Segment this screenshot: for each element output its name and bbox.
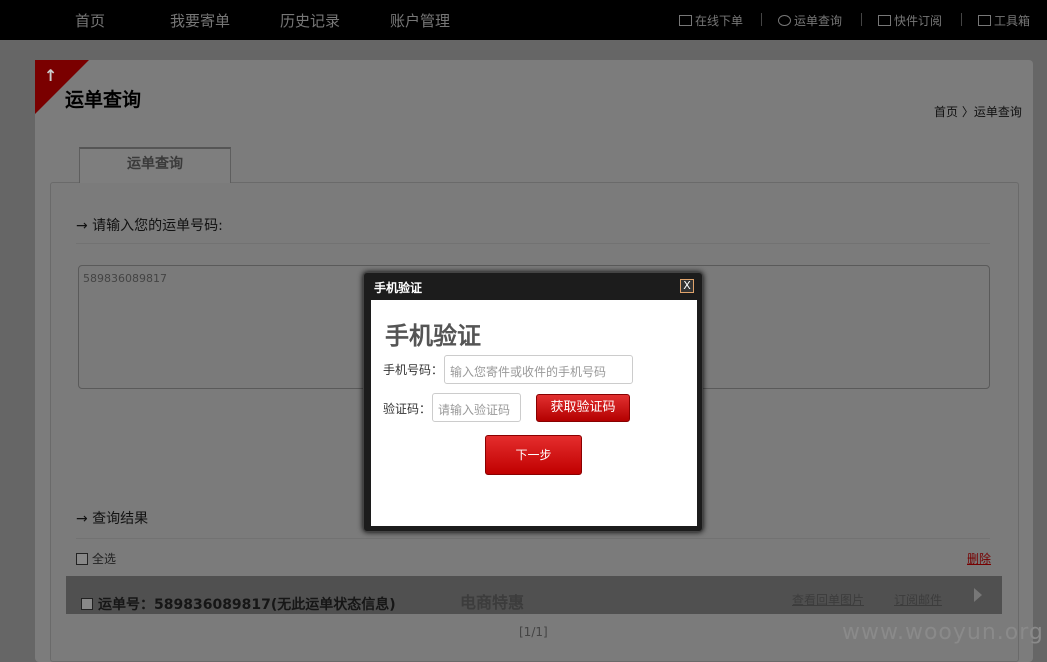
divider (76, 538, 990, 539)
phone-input[interactable]: 输入您寄件或收件的手机号码 (444, 355, 633, 384)
results-label: → 查询结果 (76, 511, 149, 527)
tab-waybill-query[interactable]: 运单查询 (79, 147, 231, 183)
code-label: 验证码： (383, 402, 432, 416)
toolbox-icon (978, 15, 991, 26)
subscribe-email-link[interactable]: 订阅邮件 (894, 591, 942, 608)
nav-online-order[interactable]: 在线下单 (679, 12, 743, 29)
phone-verify-modal: 手机验证 X 手机验证 手机号码： 输入您寄件或收件的手机号码 验证码： 请输入… (363, 272, 703, 532)
nav-divider (961, 13, 962, 26)
nav-divider (761, 13, 762, 26)
nav-account[interactable]: 账户管理 (390, 10, 450, 31)
monitor-icon (679, 15, 692, 26)
nav-divider (861, 13, 862, 26)
select-all[interactable]: 全选 (76, 550, 116, 567)
nav-subscribe[interactable]: 快件订阅 (878, 12, 942, 29)
page-title: 运单查询 (65, 89, 142, 111)
watermark: www.wooyun.org (842, 620, 1044, 645)
code-input[interactable]: 请输入验证码 (432, 393, 521, 422)
divider (76, 243, 990, 244)
modal-heading: 手机验证 (385, 321, 481, 350)
modal-body: 手机验证 手机号码： 输入您寄件或收件的手机号码 验证码： 请输入验证码 获取验… (371, 300, 697, 526)
nav-waybill-query[interactable]: 运单查询 (778, 12, 842, 29)
nav-toolbox[interactable]: 工具箱 (978, 12, 1030, 29)
promo-label: 电商特惠 (460, 593, 525, 612)
delete-link[interactable]: 删除 (967, 550, 991, 567)
modal-title: 手机验证 (374, 281, 423, 295)
truck-icon (878, 15, 891, 26)
phone-label: 手机号码： (383, 363, 444, 377)
waybill-prompt: → 请输入您的运单号码: (76, 218, 223, 234)
view-receipt-link[interactable]: 查看回单图片 (792, 591, 864, 608)
get-code-button[interactable]: 获取验证码 (536, 394, 630, 422)
expand-arrow-icon[interactable] (974, 588, 982, 602)
nav-home[interactable]: 首页 (75, 10, 105, 31)
arrow-up-icon: ↑ (44, 66, 58, 85)
breadcrumb[interactable]: 首页 〉运单查询 (934, 103, 1022, 120)
globe-icon (778, 15, 791, 26)
result-checkbox[interactable] (81, 598, 93, 610)
top-nav: 首页 我要寄单 历史记录 账户管理 在线下单 运单查询 快件订阅 工具箱 (0, 0, 1047, 40)
waybill-number: 运单号：589836089817(无此运单状态信息) (98, 597, 396, 613)
pager: [1/1] (519, 625, 548, 639)
next-button[interactable]: 下一步 (485, 435, 582, 475)
nav-history[interactable]: 历史记录 (280, 10, 340, 31)
nav-send[interactable]: 我要寄单 (170, 10, 230, 31)
select-all-checkbox[interactable] (76, 553, 88, 565)
close-icon[interactable]: X (680, 279, 694, 293)
result-row: 运单号：589836089817(无此运单状态信息) 电商特惠 查看回单图片 订… (66, 576, 1002, 614)
